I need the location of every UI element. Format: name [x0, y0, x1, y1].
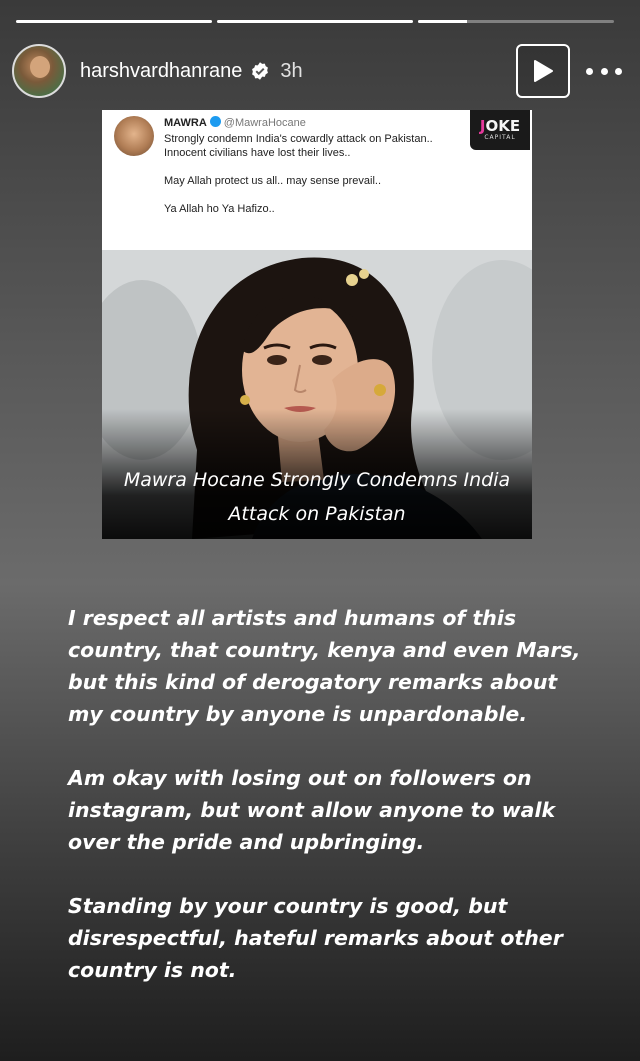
progress-segment-2 — [217, 20, 413, 23]
shared-post-image: MAWRA @MawraHocane Strongly condemn India… — [102, 110, 532, 539]
tweet-text: Strongly condemn India's cowardly attack… — [164, 132, 464, 216]
joke-capital-logo: JOKE CAPITAL — [470, 110, 530, 150]
tweet-verified-icon — [209, 116, 221, 127]
caption-line: Attack on Pakistan — [228, 503, 406, 525]
username[interactable]: harshvardhanrane — [80, 60, 242, 83]
post-time: 3h — [280, 59, 303, 82]
avatar[interactable] — [12, 44, 66, 98]
tweet-name: MAWRA — [164, 117, 207, 129]
progress-segment-3 — [418, 20, 614, 23]
story-header: harshvardhanrane 3h — [12, 42, 622, 100]
verified-badge-icon — [252, 62, 269, 80]
progress-segment-1 — [16, 20, 212, 23]
story-paragraph: I respect all artists and humans of this… — [68, 606, 581, 726]
tweet-screenshot: MAWRA @MawraHocane Strongly condemn India… — [102, 110, 532, 250]
play-icon — [534, 60, 553, 82]
story-paragraph: Am okay with losing out on followers on … — [68, 766, 556, 854]
portrait-photo: Mawra Hocane Strongly Condemns India Att… — [102, 250, 532, 539]
story-paragraph: Standing by your country is good, but di… — [68, 894, 563, 982]
tweet-line: Ya Allah ho Ya Hafizo.. — [164, 203, 275, 215]
story-progress-bar — [16, 20, 614, 23]
tweet-avatar — [114, 116, 154, 156]
logo-text: JOKE — [479, 117, 521, 135]
more-dot-icon — [586, 67, 593, 75]
tweet-line: Strongly condemn India's cowardly attack… — [164, 133, 433, 145]
more-dot-icon — [615, 67, 622, 75]
tweet-line: May Allah protect us all.. may sense pre… — [164, 175, 382, 187]
tweet-line: Innocent civilians have lost their lives… — [164, 147, 351, 159]
story-text-overlay: I respect all artists and humans of this… — [68, 602, 588, 1018]
tweet-header: MAWRA @MawraHocane — [164, 116, 306, 129]
logo-subtext: CAPITAL — [484, 134, 516, 141]
post-caption: Mawra Hocane Strongly Condemns India Att… — [102, 463, 532, 531]
more-dot-icon — [600, 67, 608, 75]
more-options-button[interactable] — [586, 61, 622, 81]
tweet-handle: @MawraHocane — [223, 117, 306, 129]
play-button[interactable] — [516, 44, 570, 98]
caption-line: Mawra Hocane Strongly Condemns India — [123, 469, 511, 491]
